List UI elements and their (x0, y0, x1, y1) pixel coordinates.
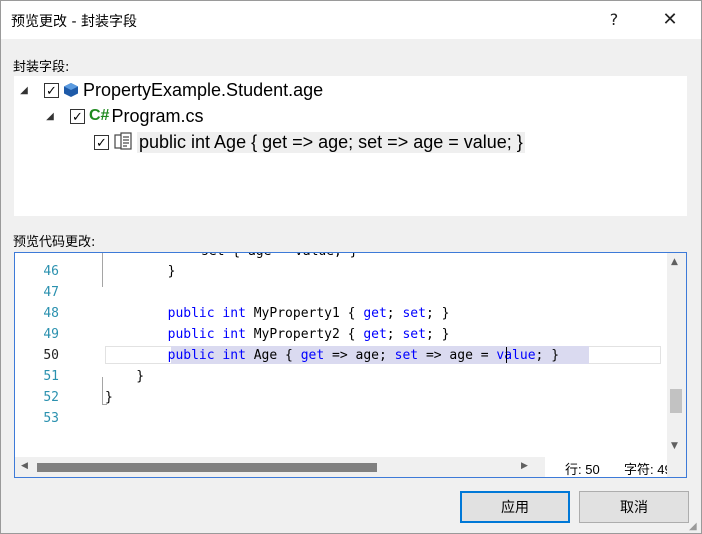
line-number: 51 (43, 369, 59, 384)
line-number: 47 (43, 285, 59, 300)
code-line-text: } (105, 261, 176, 282)
line-number: 50 (43, 348, 59, 363)
tree-checkbox-change[interactable]: ✓ (94, 134, 109, 150)
code-line: 51 } (15, 366, 667, 387)
resize-grip-icon[interactable]: ◢ (689, 521, 697, 532)
tree-item-change[interactable]: ✓ public int Age { get => age; set => ag… (94, 130, 525, 154)
code-token: ; (386, 306, 403, 321)
code-token: ; } (425, 306, 450, 321)
scroll-left-icon[interactable]: ◀ (21, 461, 28, 471)
code-token: MyProperty2 { (245, 327, 364, 342)
code-line-text: public int MyProperty2 { get; set; } (105, 324, 450, 345)
code-line: 47 (15, 282, 667, 303)
expand-arrow-icon[interactable]: ◢ (44, 111, 56, 122)
code-keyword: set (402, 306, 426, 321)
line-number: 52 (43, 390, 59, 405)
scroll-right-icon[interactable]: ▶ (521, 461, 528, 471)
code-line: 52} (15, 387, 667, 408)
line-number: 53 (43, 411, 59, 426)
tree-checkbox-field[interactable]: ✓ (44, 82, 59, 98)
code-line: 53 (15, 408, 667, 429)
tree-item-field[interactable]: ◢ ✓ PropertyExample.Student.age (18, 78, 323, 102)
code-keyword: public (167, 348, 215, 363)
help-button[interactable]: ? (602, 9, 626, 31)
code-token: => age = (418, 348, 497, 363)
vertical-scroll-thumb[interactable] (670, 389, 682, 413)
preview-changes-dialog: 预览更改 - 封装字段 ? ✕ 封装字段: ◢ ✓ PropertyExampl… (0, 0, 702, 534)
code-keyword: public (167, 306, 215, 321)
code-line-text: public int Age { get => age; set => age … (105, 345, 559, 366)
code-keyword: int (222, 348, 246, 363)
preview-code-label: 预览代码更改: (13, 235, 96, 250)
code-keyword: get (363, 327, 387, 342)
close-button[interactable]: ✕ (658, 9, 682, 31)
code-token: MyProperty1 { (245, 306, 364, 321)
tree-item-label: PropertyExample.Student.age (83, 79, 324, 100)
code-keyword: set (394, 348, 419, 363)
code-keyword: get (363, 306, 387, 321)
field-icon (63, 82, 79, 98)
code-token: } (105, 369, 145, 384)
code-change-icon (113, 132, 133, 152)
csharp-file-icon: C# (89, 107, 110, 124)
code-area[interactable]: set { age = value; } 46 }4748 public int… (15, 253, 667, 457)
expand-arrow-icon[interactable]: ◢ (18, 85, 30, 96)
code-keyword: set (402, 327, 426, 342)
line-number: 46 (43, 264, 59, 279)
code-keyword: value (496, 348, 536, 363)
text-caret (506, 347, 507, 363)
code-token: } (105, 264, 176, 279)
horizontal-scroll-thumb[interactable] (37, 463, 377, 472)
code-line-text: public int MyProperty1 { get; set; } (105, 303, 450, 324)
code-line: 50 public int Age { get => age; set => a… (15, 345, 667, 366)
title-bar: 预览更改 - 封装字段 ? ✕ (1, 1, 701, 39)
code-token: ; } (535, 348, 560, 363)
scrollbar-corner (667, 457, 686, 477)
cancel-button[interactable]: 取消 (579, 491, 689, 523)
code-line-text: } (105, 387, 113, 408)
encapsulate-fields-label: 封装字段: (13, 60, 70, 75)
code-line: 48 public int MyProperty1 { get; set; } (15, 303, 667, 324)
scroll-down-icon[interactable]: ▼ (671, 441, 678, 451)
scroll-up-icon[interactable]: ▲ (671, 257, 678, 267)
tree-item-label: public int Age { get => age; set => age … (137, 131, 525, 153)
code-line: 46 } (15, 261, 667, 282)
code-token: ; (386, 327, 403, 342)
code-keyword: get (300, 348, 325, 363)
code-token: => age; (324, 348, 395, 363)
tree-item-file[interactable]: ◢ ✓ C# Program.cs (44, 104, 203, 128)
line-number: 49 (43, 327, 59, 342)
tree-item-label: Program.cs (111, 105, 204, 126)
code-line-text: } (105, 366, 144, 387)
apply-button[interactable]: 应用 (460, 491, 570, 523)
window-title: 预览更改 - 封装字段 (11, 14, 137, 30)
code-preview-editor[interactable]: set { age = value; } 46 }4748 public int… (14, 252, 687, 478)
code-keyword: int (222, 327, 246, 342)
tree-checkbox-file[interactable]: ✓ (70, 108, 85, 124)
code-token: } (105, 390, 113, 405)
code-keyword: int (222, 306, 246, 321)
code-keyword: public (167, 327, 215, 342)
line-number: 48 (43, 306, 59, 321)
code-line: 49 public int MyProperty2 { get; set; } (15, 324, 667, 345)
code-token: Age { (245, 348, 301, 363)
code-token: ; } (425, 327, 450, 342)
status-char-number: 字符: 49 (624, 462, 672, 477)
vertical-scrollbar[interactable]: ▲ ▼ (667, 253, 686, 457)
status-line-number: 行: 50 (565, 462, 600, 477)
fields-tree: ◢ ✓ PropertyExample.Student.age ◢ ✓ C# P… (14, 76, 687, 216)
horizontal-scrollbar[interactable]: ◀ ▶ (15, 457, 545, 477)
